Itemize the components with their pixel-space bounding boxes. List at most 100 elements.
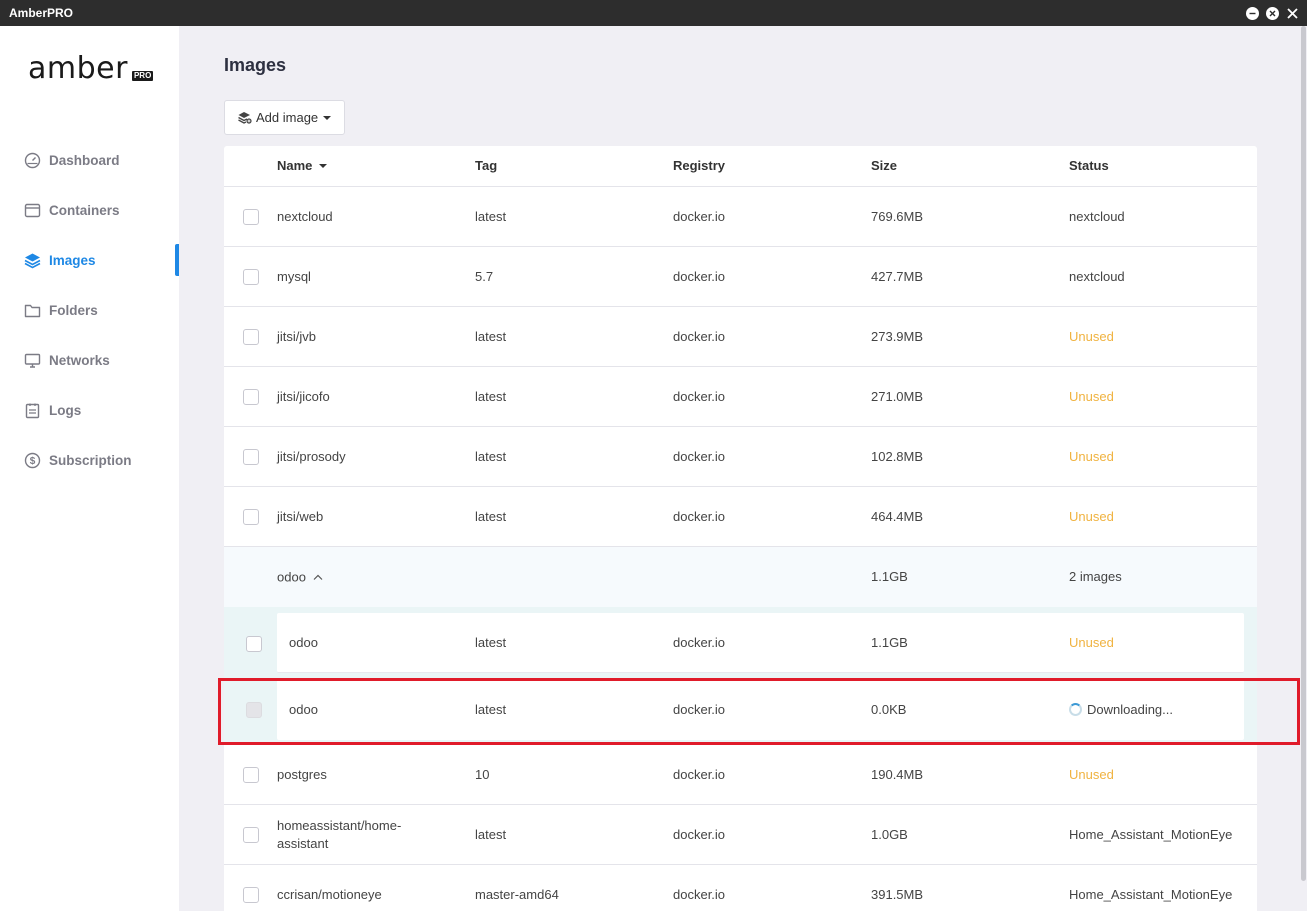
group-row-odoo[interactable]: odoo 1.1GB 2 images	[224, 547, 1257, 607]
table-row-downloading[interactable]: odoo latest docker.io 0.0KB Downloading.…	[277, 679, 1244, 740]
image-size: 0.0KB	[871, 701, 907, 717]
column-header-tag: Tag	[475, 158, 498, 173]
image-name: odoo	[289, 634, 318, 650]
row-checkbox[interactable]	[243, 766, 259, 783]
sidebar-item-containers[interactable]: Containers	[0, 185, 179, 235]
sidebar-item-images[interactable]: Images	[0, 235, 179, 285]
sidebar-item-label: Logs	[49, 402, 82, 418]
sidebar: amber PRO Dashboard Containers Images Fo…	[0, 26, 179, 911]
image-registry: docker.io	[673, 766, 726, 782]
image-registry: docker.io	[673, 208, 726, 224]
sidebar-item-logs[interactable]: Logs	[0, 385, 179, 435]
image-name: postgres	[277, 766, 327, 782]
image-tag: latest	[475, 388, 507, 404]
minimize-icon[interactable]	[1246, 7, 1259, 20]
image-registry: docker.io	[673, 701, 726, 717]
image-size: 427.7MB	[871, 268, 924, 284]
image-name: jitsi/prosody	[277, 448, 346, 464]
group-size: 1.1GB	[871, 569, 908, 584]
row-checkbox[interactable]	[243, 826, 259, 843]
image-tag: 5.7	[475, 268, 494, 284]
row-checkbox[interactable]	[243, 328, 259, 345]
row-checkbox[interactable]	[243, 388, 259, 405]
image-size: 464.4MB	[871, 508, 924, 524]
table-header: Name Tag Registry Size Status	[224, 146, 1257, 187]
table-row[interactable]: nextcloud latest docker.io 769.6MB nextc…	[224, 187, 1257, 247]
image-tag: latest	[475, 634, 507, 650]
image-size: 190.4MB	[871, 766, 924, 782]
table-row[interactable]: postgres 10 docker.io 190.4MB Unused	[224, 745, 1257, 805]
monitor-icon	[24, 352, 41, 369]
sidebar-item-label: Networks	[49, 352, 110, 368]
image-tag: 10	[475, 766, 490, 782]
image-name: jitsi/jvb	[277, 328, 317, 344]
group-status: 2 images	[1069, 569, 1122, 584]
image-name: nextcloud	[277, 208, 333, 224]
window-controls	[1246, 7, 1299, 20]
image-registry: docker.io	[673, 634, 726, 650]
image-registry: docker.io	[673, 886, 726, 902]
table-row[interactable]: jitsi/jvb latest docker.io 273.9MB Unuse…	[224, 307, 1257, 367]
window-titlebar: AmberPRO	[0, 0, 1307, 26]
image-tag: latest	[475, 508, 507, 524]
image-tag: latest	[475, 208, 507, 224]
image-name: jitsi/jicofo	[277, 388, 330, 404]
table-row[interactable]: ccrisan/motioneye master-amd64 docker.io…	[224, 865, 1257, 911]
scrollbar[interactable]	[1300, 26, 1307, 881]
row-checkbox[interactable]	[243, 886, 259, 903]
close-icon[interactable]	[1286, 7, 1299, 20]
table-row[interactable]: homeassistant/home-assistant latest dock…	[224, 805, 1257, 865]
container-icon	[24, 202, 41, 219]
image-status: Unused	[1069, 448, 1114, 464]
chevron-down-icon	[323, 115, 332, 120]
sidebar-item-folders[interactable]: Folders	[0, 285, 179, 335]
row-checkbox[interactable]	[243, 268, 259, 285]
image-registry: docker.io	[673, 448, 726, 464]
image-status: nextcloud	[1069, 208, 1125, 224]
column-header-size: Size	[871, 158, 898, 173]
clipboard-icon	[24, 402, 41, 419]
images-table: Name Tag Registry Size Status nextcloud …	[224, 146, 1257, 911]
logo-text: amber	[28, 51, 128, 86]
image-name: homeassistant/home-assistant	[277, 817, 402, 851]
image-size: 769.6MB	[871, 208, 924, 224]
maximize-icon[interactable]	[1266, 7, 1279, 20]
image-size: 273.9MB	[871, 328, 924, 344]
image-size: 271.0MB	[871, 388, 924, 404]
table-row[interactable]: odoo latest docker.io 1.1GB Unused	[277, 613, 1244, 673]
table-row[interactable]: jitsi/prosody latest docker.io 102.8MB U…	[224, 427, 1257, 487]
sidebar-item-dashboard[interactable]: Dashboard	[0, 135, 179, 185]
sidebar-item-networks[interactable]: Networks	[0, 335, 179, 385]
spinner-icon	[1069, 702, 1082, 716]
folder-icon	[24, 302, 41, 319]
row-checkbox[interactable]	[243, 448, 259, 465]
image-size: 391.5MB	[871, 886, 924, 902]
image-status: Home_Assistant_MotionEye	[1069, 886, 1233, 902]
column-header-name[interactable]: Name	[277, 158, 328, 173]
sort-down-icon	[319, 164, 328, 168]
scrollbar-thumb[interactable]	[1301, 26, 1306, 881]
image-size: 102.8MB	[871, 448, 924, 464]
group-name[interactable]: odoo	[277, 568, 323, 587]
dashboard-icon	[24, 152, 41, 169]
table-row[interactable]: jitsi/web latest docker.io 464.4MB Unuse…	[224, 487, 1257, 547]
column-header-status: Status	[1069, 158, 1109, 173]
amber-logo: amber PRO	[28, 51, 154, 86]
image-name: odoo	[289, 701, 318, 717]
table-row[interactable]: jitsi/jicofo latest docker.io 271.0MB Un…	[224, 367, 1257, 427]
image-tag: master-amd64	[475, 886, 559, 902]
add-image-button[interactable]: Add image	[224, 100, 345, 135]
layers-add-icon	[238, 111, 252, 124]
table-row[interactable]: mysql 5.7 docker.io 427.7MB nextcloud	[224, 247, 1257, 307]
image-registry: docker.io	[673, 388, 726, 404]
chevron-up-icon	[313, 568, 323, 586]
sidebar-item-label: Folders	[49, 302, 98, 318]
image-registry: docker.io	[673, 826, 726, 842]
sidebar-nav: Dashboard Containers Images Folders Netw…	[0, 135, 179, 485]
row-checkbox[interactable]	[243, 208, 259, 225]
dollar-icon: $	[24, 452, 41, 469]
row-checkbox[interactable]	[246, 636, 262, 652]
sidebar-item-subscription[interactable]: $ Subscription	[0, 435, 179, 485]
row-checkbox[interactable]	[243, 508, 259, 525]
image-status: Downloading...	[1069, 701, 1173, 719]
